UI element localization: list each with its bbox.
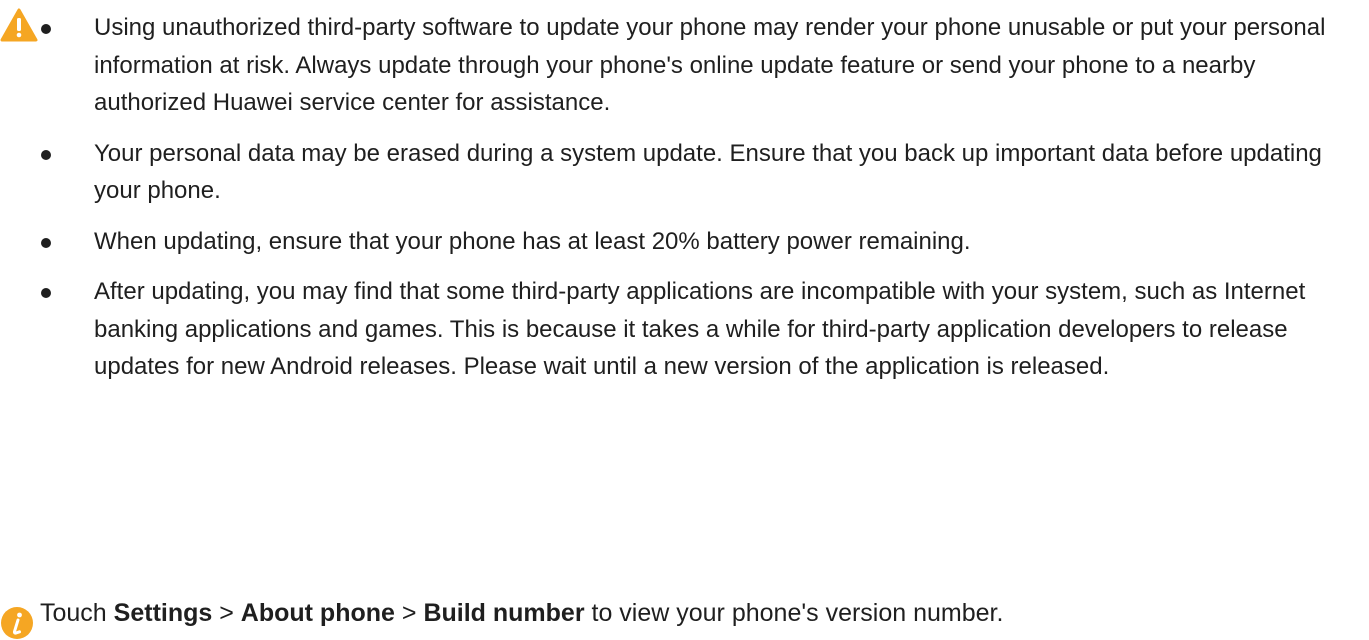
bullet-dot: [41, 237, 51, 248]
warning-bullet-item: When updating, ensure that your phone ha…: [32, 223, 1362, 261]
warning-bullet-item: Your personal data may be erased during …: [32, 135, 1362, 210]
bullet-dot: [41, 288, 51, 298]
note-text: Touch Settings > About phone > Build num…: [40, 593, 1003, 633]
bullet-text: Using unauthorized third-party software …: [94, 14, 1326, 116]
build-number-label: Build number: [423, 599, 585, 627]
bullet-dot: [41, 149, 51, 160]
warning-bullet-item: After updating, you may find that some t…: [32, 273, 1362, 386]
bullet-text: Your personal data may be erased during …: [94, 139, 1322, 205]
info-icon: [1, 607, 33, 639]
warning-bullet-list: Using unauthorized third-party software …: [32, 9, 1362, 399]
bullet-text: When updating, ensure that your phone ha…: [94, 227, 971, 255]
note-suffix: to view your phone's version number.: [584, 599, 1004, 627]
bullet-dot: [41, 24, 51, 34]
separator: >: [394, 599, 424, 627]
settings-label: Settings: [113, 599, 213, 627]
separator: >: [212, 599, 241, 627]
about-phone-label: About phone: [240, 599, 395, 627]
note-prefix: Touch: [40, 599, 114, 627]
warning-bullet-item: Using unauthorized third-party software …: [32, 9, 1362, 122]
bullet-text: After updating, you may find that some t…: [94, 278, 1306, 380]
